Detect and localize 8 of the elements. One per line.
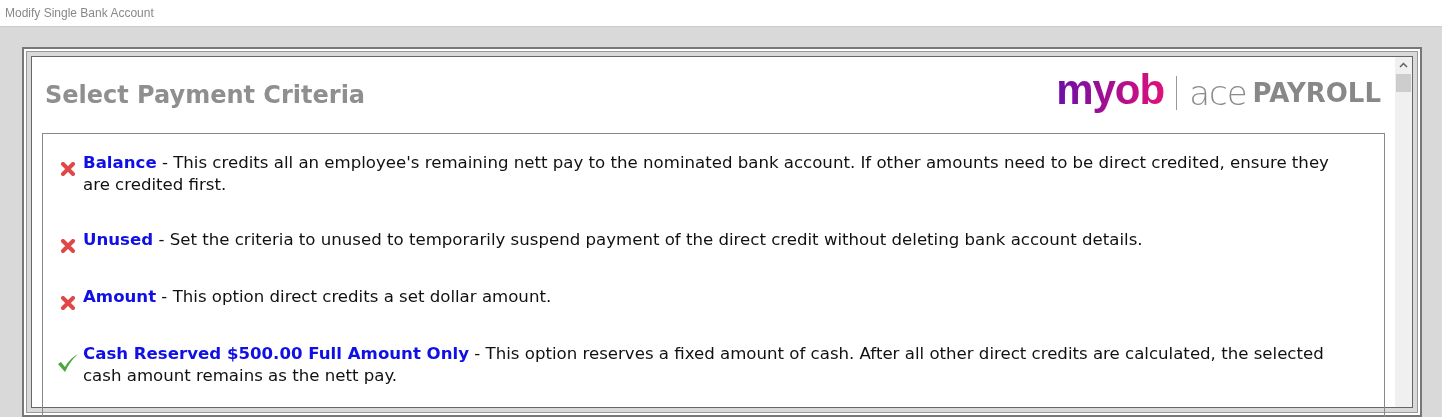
window-title: Modify Single Bank Account — [5, 6, 154, 20]
option-description: Unused - Set the criteria to unused to temporarily suspend payment of the direct credit without deleting bank account details. — [83, 229, 1143, 251]
option-description: Balance - This credits all an employee's remaining nett pay to the nominated bank account. If other amounts need to be direct credited, ensure they are credited first. — [83, 152, 1330, 196]
option-description: Cash Reserved $500.00 Full Amount Only - This option reserves a fixed amount of cash. After all other direct credits are calculated, the selected cash amount remains as the nett pay. — [83, 343, 1325, 387]
product-logo-bold: PAYROLL — [1252, 78, 1381, 108]
product-logo-light: ace — [1189, 73, 1247, 113]
option-description: Amount - This option direct credits a set dollar amount. — [83, 286, 552, 308]
page-heading: Select Payment Criteria — [45, 81, 366, 109]
